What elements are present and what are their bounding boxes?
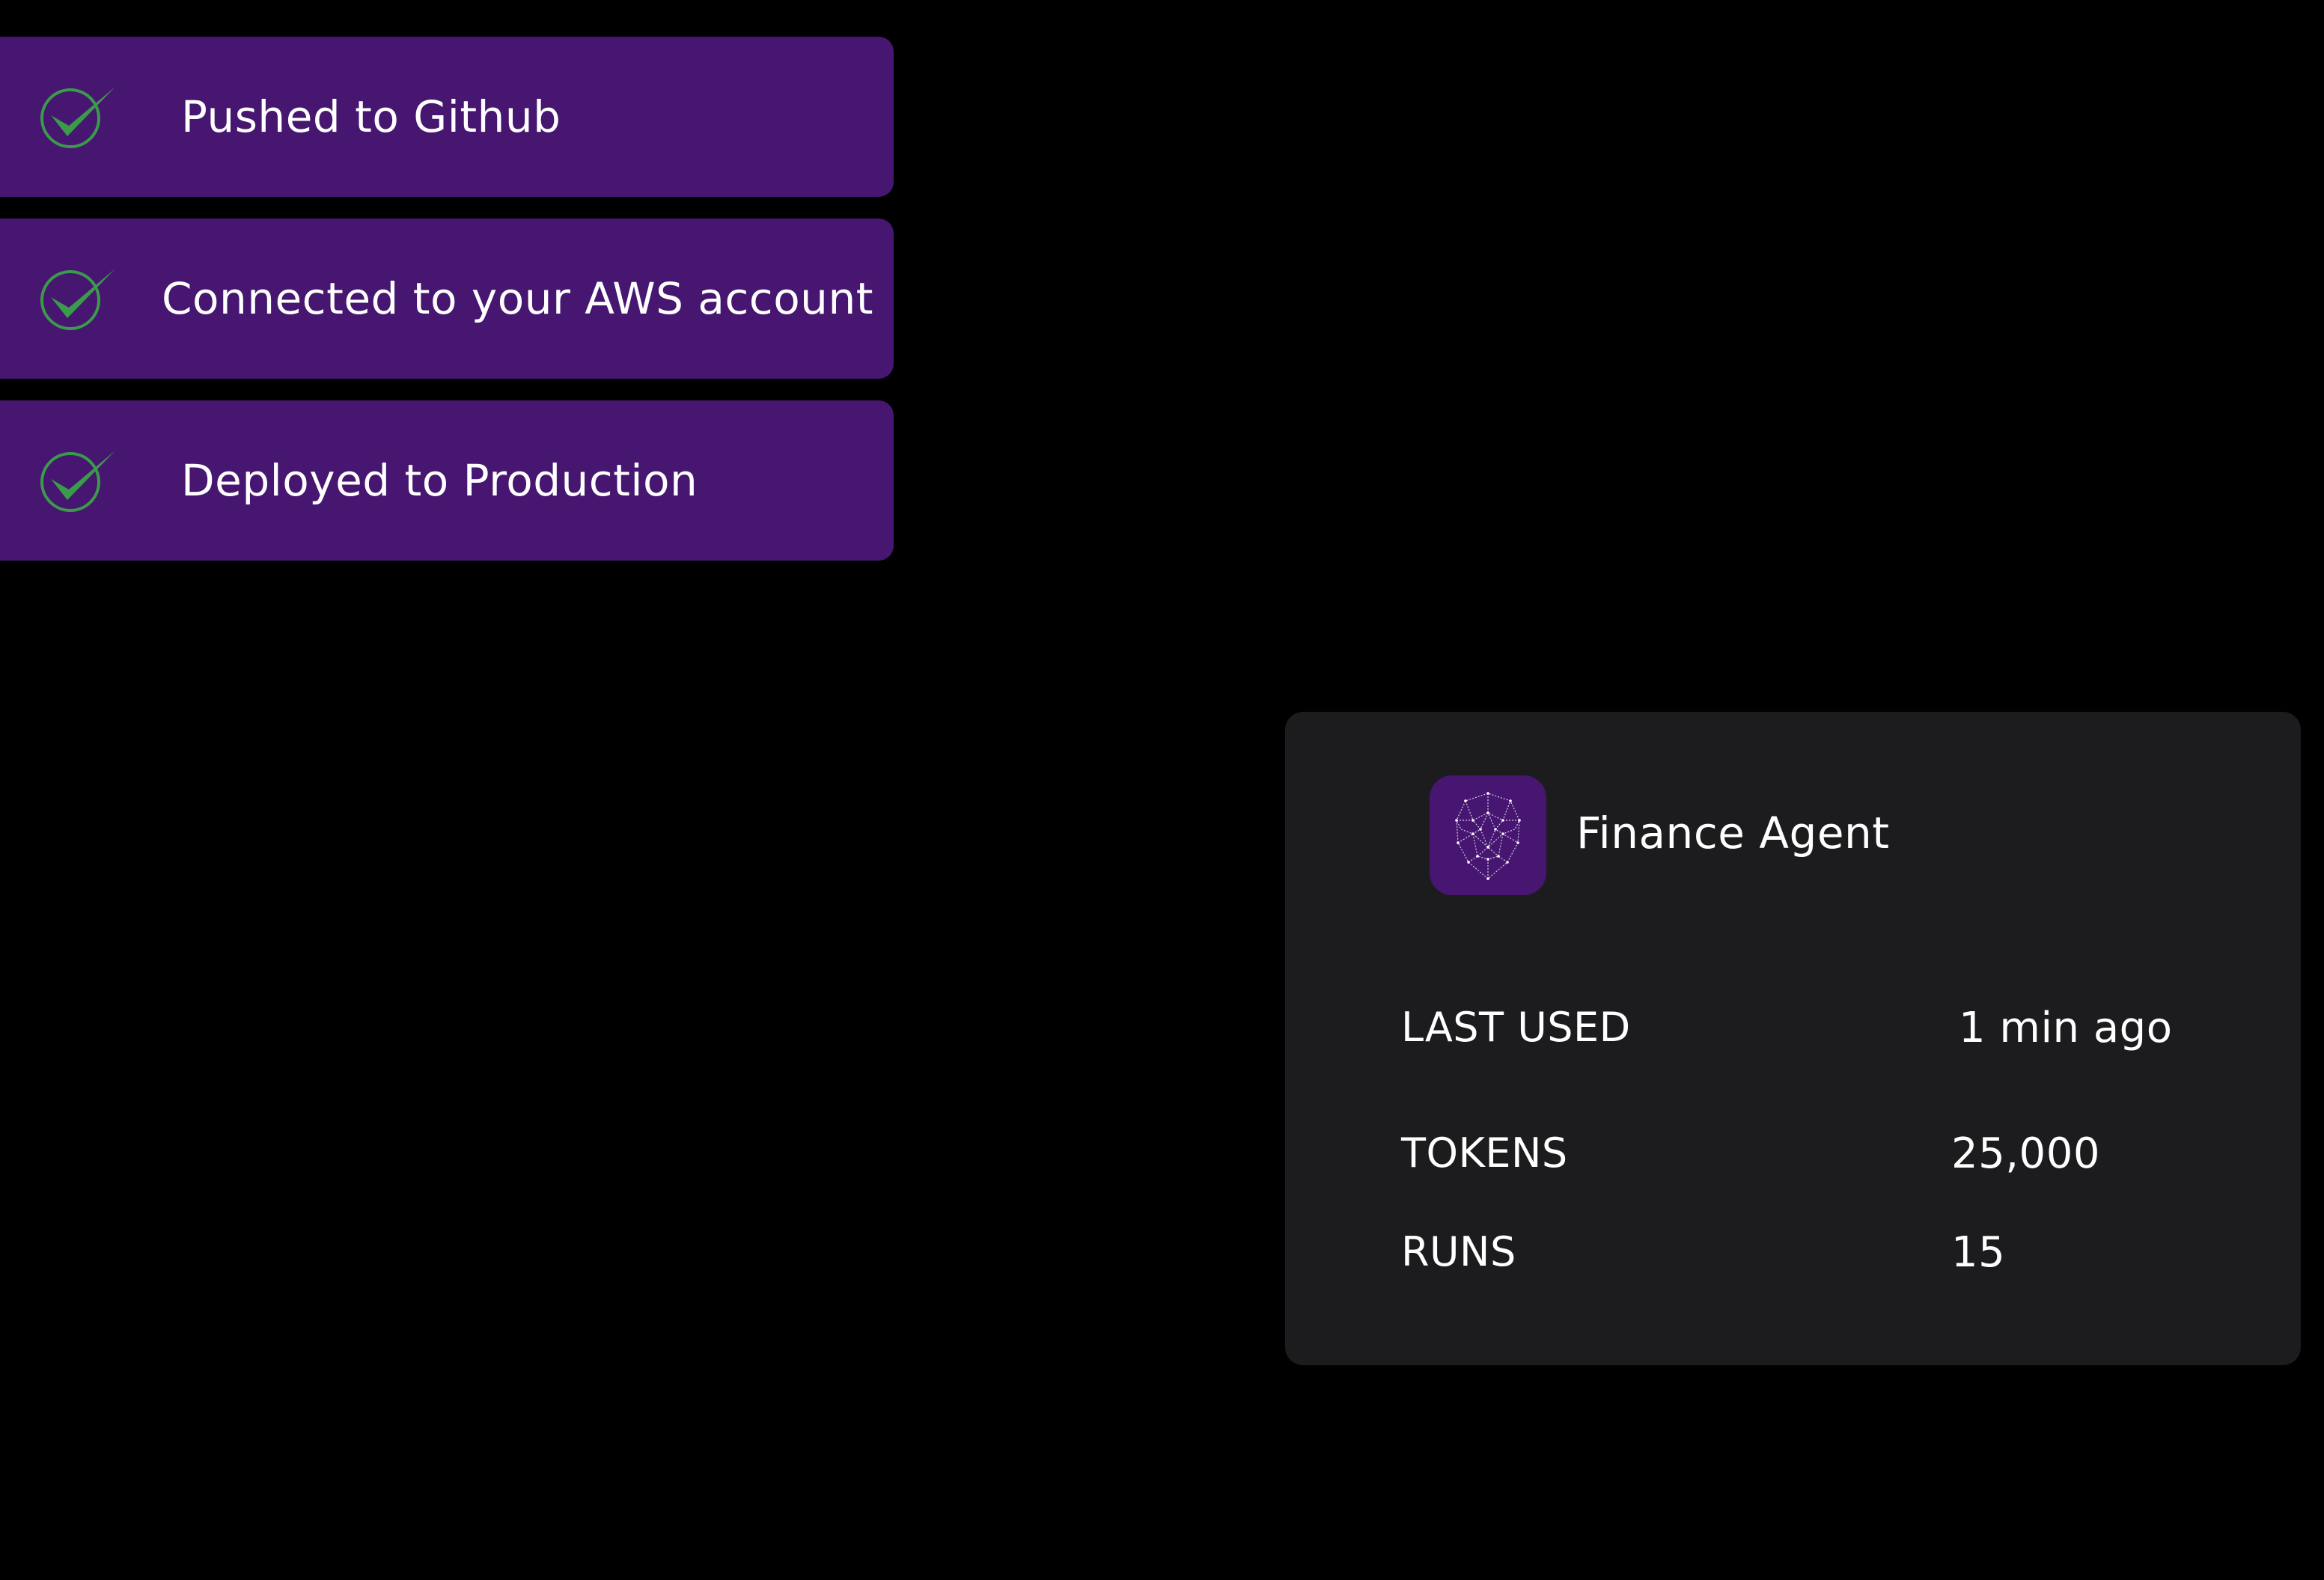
step-deployed-production: Deployed to Production (0, 400, 894, 561)
stat-label: RUNS (1401, 1228, 1516, 1275)
step-label: Deployed to Production (181, 455, 698, 506)
stat-value: 15 (1951, 1228, 2006, 1277)
step-connected-aws: Connected to your AWS account (0, 219, 894, 379)
stat-label: TOKENS (1401, 1129, 1568, 1177)
stat-value: 1 min ago (1959, 1004, 2173, 1052)
agent-name: Finance Agent (1576, 808, 1890, 858)
stat-value: 25,000 (1951, 1129, 2100, 1178)
agent-card[interactable]: Finance Agent LAST USED 1 min ago TOKENS… (1285, 712, 2301, 1365)
check-circle-icon (40, 269, 115, 330)
step-label: Connected to your AWS account (162, 273, 873, 324)
check-circle-icon (40, 87, 115, 148)
agent-avatar (1430, 775, 1546, 895)
stat-label: LAST USED (1401, 1004, 1631, 1051)
step-pushed-to-github: Pushed to Github (0, 37, 894, 197)
canvas: Pushed to Github Connected to your AWS a… (0, 0, 2324, 1580)
step-label: Pushed to Github (181, 91, 561, 142)
check-circle-icon (40, 451, 115, 512)
face-mesh-icon (1455, 792, 1521, 880)
